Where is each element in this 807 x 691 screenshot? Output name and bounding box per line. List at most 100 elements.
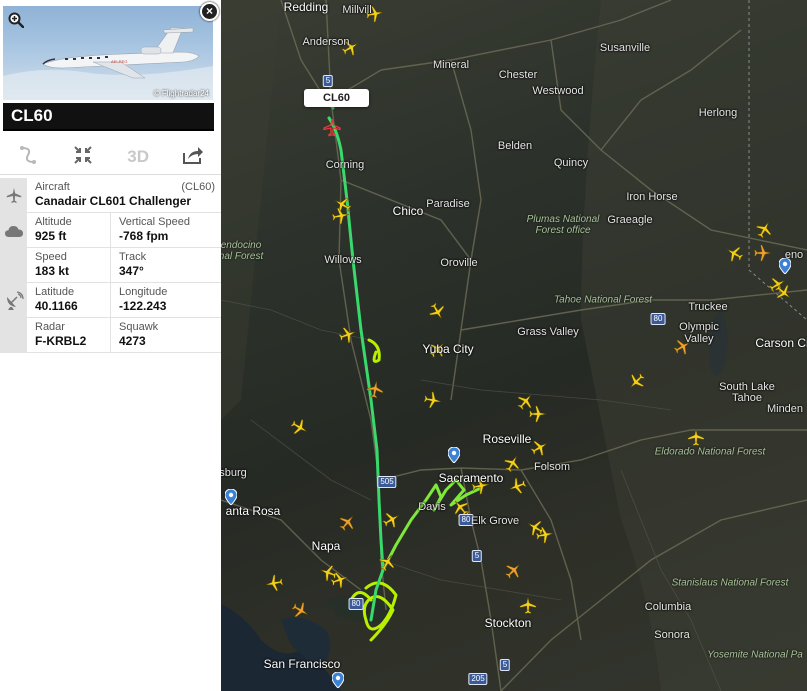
aircraft-marker[interactable] [534,525,554,545]
aircraft-marker[interactable] [427,301,447,321]
city-label: Truckee [688,301,728,313]
aircraft-marker[interactable] [773,282,793,302]
aircraft-marker[interactable] [527,404,547,424]
highway-shield: 5 [471,550,483,562]
vertical-speed-value: -768 fpm [119,229,169,243]
city-label: Willows [324,254,362,266]
speed-label: Speed [35,251,67,263]
forest-label: endocino nal Forest [221,240,264,262]
aircraft-marker[interactable] [289,417,309,437]
aircraft-photo[interactable]: AEI-REG © Flightradar24 [3,6,213,100]
aircraft-marker[interactable] [503,561,523,581]
route-button[interactable] [0,140,55,174]
aircraft-info-panel: AEI-REG © Flightradar24 × CL60 3D Aircra… [0,0,221,691]
speed-value: 183 kt [35,264,70,278]
city-label: Chico [392,204,424,218]
city-label: Sonora [654,629,690,641]
cloud-icon [0,213,27,248]
aircraft-marker[interactable] [508,476,528,496]
city-label: Chester [498,69,538,81]
radar-value: F-KRBL2 [35,334,87,348]
city-label: Minden [766,403,804,415]
aircraft-marker[interactable] [337,513,357,533]
aircraft-row: Aircraft (CL60) Canadair CL601 Challenge… [0,178,221,213]
city-label: Iron Horse [626,191,678,203]
share-button[interactable] [166,140,221,174]
aircraft-marker[interactable] [518,596,538,616]
speed-cell: Speed 183 kt [27,248,111,282]
city-label: Mineral [432,59,470,71]
radar-dish-icon [0,283,27,318]
airport-pin-icon[interactable] [331,671,345,689]
aircraft-marker[interactable] [365,380,385,400]
aircraft-marker[interactable] [265,573,285,593]
aircraft-marker[interactable] [529,438,549,458]
track-label: Track [119,251,147,263]
city-label: San Francisco [263,657,341,671]
longitude-label: Longitude [119,286,168,298]
city-label: Susanville [599,42,651,54]
city-label: Millvill [342,4,372,16]
aircraft-cell: Aircraft (CL60) Canadair CL601 Challenge… [27,178,221,212]
svg-text:AEI-REG: AEI-REG [111,59,127,64]
aircraft-marker[interactable] [627,371,647,391]
aircraft-code: (CL60) [181,181,215,193]
flight-details: Aircraft (CL60) Canadair CL601 Challenge… [0,178,221,353]
city-label: Davis [418,501,446,513]
position-row: Latitude 40.1166 Longitude -122.243 [0,283,221,318]
city-label: eno [784,249,804,261]
forest-label: Yosemite National Pa [707,649,803,661]
city-label: Folsom [533,461,571,473]
icon-spacer [0,248,27,283]
highway-shield: 5 [322,75,334,87]
forest-label: Tahoe National Forest [553,294,653,306]
city-label: Roseville [482,432,532,446]
three-d-button[interactable]: 3D [111,140,166,174]
forest-label: Plumas National Forest office [526,214,600,236]
close-panel-button[interactable]: × [200,2,219,21]
city-label: Columbia [644,601,692,613]
share-icon [182,145,204,170]
zoom-photo-icon[interactable] [8,12,25,29]
altitude-value: 925 ft [35,229,67,243]
squawk-label: Squawk [119,321,159,333]
aircraft-type: Canadair CL601 Challenger [35,194,192,208]
aircraft-photo-image: AEI-REG [3,27,213,100]
highway-shield: 505 [377,476,397,488]
city-label: Redding [283,0,329,14]
aircraft-marker[interactable] [422,390,442,410]
city-label: Grass Valley [517,326,579,338]
selected-aircraft-icon[interactable] [322,118,342,138]
city-label: Stockton [484,616,532,630]
aircraft-marker[interactable] [329,570,349,590]
city-label: Corning [325,159,365,171]
forest-label: Eldorado National Forest [654,446,766,458]
aircraft-marker[interactable] [502,454,522,474]
city-label: sburg [221,467,247,479]
altitude-label: Altitude [35,216,72,228]
icon-spacer [0,318,27,353]
flight-map[interactable]: CL60 5 80 505 5 80 205 5 80 Redding Mill… [221,0,807,691]
city-label: Herlong [698,107,738,119]
aircraft-marker[interactable] [752,243,772,263]
squawk-value: 4273 [119,334,146,348]
airport-pin-icon[interactable] [224,488,238,506]
speed-row: Speed 183 kt Track 347° [0,248,221,283]
city-label: Yuba City [422,342,474,356]
aircraft-marker[interactable] [337,325,357,345]
airport-pin-icon[interactable] [447,446,461,464]
aircraft-marker[interactable] [725,244,745,264]
aircraft-marker[interactable] [290,600,310,620]
aircraft-marker[interactable] [377,553,397,573]
flight-callsign-tag[interactable]: CL60 [304,89,369,107]
highway-shield: 80 [348,598,364,610]
highway-shield: 5 [499,659,511,671]
aircraft-marker[interactable] [381,510,401,530]
city-label: Carson Ci [755,336,807,350]
aircraft-marker[interactable] [330,206,350,226]
aircraft-marker[interactable] [754,220,774,240]
latitude-label: Latitude [35,286,75,298]
aircraft-marker[interactable] [686,428,706,448]
fit-view-button[interactable] [55,140,110,174]
city-label: Paradise [426,198,470,210]
